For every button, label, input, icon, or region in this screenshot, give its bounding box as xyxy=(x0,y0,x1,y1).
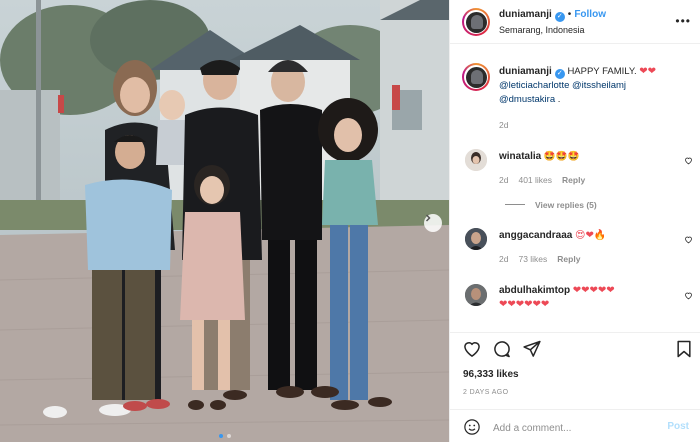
comment-2-meta: 2d 73 likes Reply xyxy=(499,254,590,264)
comment-username[interactable]: anggacandraaa xyxy=(499,230,572,241)
caption-age: 2d xyxy=(499,120,509,130)
comment-text: ❤❤❤❤❤ xyxy=(572,285,615,296)
post-side-panel: duniamanji ✓ • Follow Semarang, Indonesia •… xyxy=(449,0,700,442)
caption: duniamanji ✓ HAPPY FAMILY. ❤❤ @leticiacha… xyxy=(499,65,689,107)
post-header: duniamanji ✓ • Follow Semarang, Indonesia •… xyxy=(450,0,700,44)
comment-1: winatalia 🤩🤩🤩 xyxy=(499,150,669,164)
caption-author-avatar[interactable] xyxy=(462,63,490,91)
likes-count[interactable]: 96,333 likes xyxy=(463,369,519,380)
mention-dmustakira[interactable]: @dmustakira xyxy=(499,94,555,105)
carousel-dot-active xyxy=(218,434,223,438)
caption-period: . xyxy=(557,94,561,105)
comment-age: 2d xyxy=(499,254,509,264)
instagram-post: duniamanji ✓ • Follow Semarang, Indonesia •… xyxy=(0,0,700,442)
post-actions: 96,333 likes 2 DAYS AGO Post xyxy=(450,332,700,442)
comment-bubble-icon[interactable] xyxy=(492,339,512,359)
comments-list: duniamanji ✓ HAPPY FAMILY. ❤❤ @leticiacha… xyxy=(450,45,700,332)
divider-line xyxy=(505,204,525,205)
carousel-next-button[interactable] xyxy=(424,214,442,232)
like-comment-heart-icon[interactable] xyxy=(684,291,693,300)
post-date: 2 DAYS AGO xyxy=(463,389,509,396)
comment-username[interactable]: abdulhakimtop xyxy=(499,285,570,296)
comment-age: 2d xyxy=(499,175,509,185)
location-link[interactable]: Semarang, Indonesia xyxy=(499,25,585,35)
post-comment-button[interactable]: Post xyxy=(667,421,689,432)
comment-text: 🤩🤩🤩 xyxy=(543,151,580,162)
comment-3: abdulhakimtop ❤❤❤❤❤ ❤❤❤❤❤❤ xyxy=(499,284,674,312)
view-replies-label: View replies (5) xyxy=(535,200,597,210)
comment-2: anggacandraaa 😍❤🔥 xyxy=(499,229,669,243)
add-comment-bar: Post xyxy=(450,409,700,443)
caption-username[interactable]: duniamanji xyxy=(499,66,552,77)
comment-likes[interactable]: 401 likes xyxy=(518,175,552,185)
comment-1-meta: 2d 401 likes Reply xyxy=(499,175,595,185)
comment-input[interactable] xyxy=(493,419,653,437)
view-replies-button[interactable]: View replies (5) xyxy=(505,200,597,210)
avatar-image xyxy=(465,228,487,250)
author-avatar[interactable] xyxy=(462,8,490,36)
like-comment-heart-icon[interactable] xyxy=(684,156,693,165)
comment-username[interactable]: winatalia xyxy=(499,151,541,162)
post-photo[interactable] xyxy=(0,0,449,442)
emoji-smiley-icon[interactable] xyxy=(463,418,481,436)
comment-likes[interactable]: 73 likes xyxy=(518,254,547,264)
like-heart-icon[interactable] xyxy=(462,339,482,359)
more-options-button[interactable]: ••• xyxy=(675,14,691,28)
family-photo-illustration xyxy=(0,0,449,442)
carousel-indicator xyxy=(0,434,449,438)
chevron-right-icon xyxy=(425,214,431,222)
avatar-image xyxy=(465,284,487,306)
comment-text-line-2: ❤❤❤❤❤❤ xyxy=(499,299,550,310)
avatar-image xyxy=(465,149,487,171)
reply-button[interactable]: Reply xyxy=(562,175,585,185)
mention-leticiacharlotte[interactable]: @leticiacharlotte xyxy=(499,80,569,91)
save-bookmark-icon[interactable] xyxy=(674,339,694,359)
commenter-avatar-winatalia[interactable] xyxy=(465,149,487,171)
comment-text: 😍❤🔥 xyxy=(575,230,607,241)
like-comment-heart-icon[interactable] xyxy=(684,235,693,244)
verified-badge-icon: ✓ xyxy=(554,69,565,79)
commenter-avatar-anggacandraaa[interactable] xyxy=(465,228,487,250)
follow-button[interactable]: Follow xyxy=(574,9,606,20)
carousel-dot xyxy=(226,434,231,438)
mention-itssheilamj[interactable]: @itssheilamj xyxy=(572,80,626,91)
verified-badge-icon: ✓ xyxy=(554,12,565,22)
share-paper-plane-icon[interactable] xyxy=(522,339,542,359)
commenter-avatar-abdulhakimtop[interactable] xyxy=(465,284,487,306)
caption-hearts: ❤❤ xyxy=(639,66,657,77)
separator-dot: • xyxy=(567,9,572,20)
reply-button[interactable]: Reply xyxy=(557,254,580,264)
caption-text: HAPPY FAMILY. xyxy=(567,66,637,77)
author-username[interactable]: duniamanji xyxy=(499,9,552,20)
